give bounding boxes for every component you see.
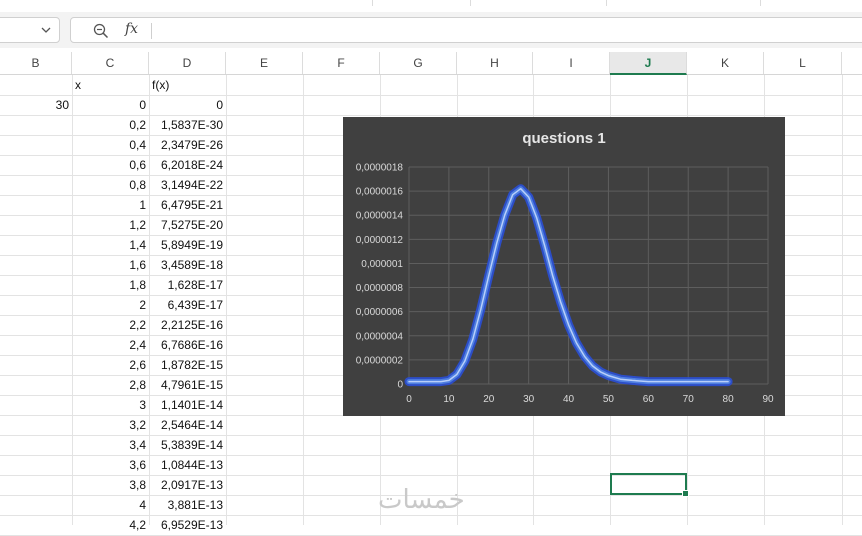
name-box[interactable] <box>0 17 60 43</box>
x-tick-label: 30 <box>523 394 535 405</box>
column-header-L[interactable]: L <box>764 52 842 74</box>
ribbon-divider <box>470 0 471 6</box>
header-cell-x[interactable]: x <box>72 75 149 95</box>
column-header-J[interactable]: J <box>610 52 687 75</box>
chart-svg: questions 1 0 0,0000002 0,0000004 0,0000006 0… <box>356 130 774 405</box>
x-tick-label: 10 <box>443 394 455 405</box>
y-tick-label: 0,0000002 <box>356 355 404 366</box>
y-tick-label: 0,0000008 <box>356 283 404 294</box>
cell-x[interactable]: 3 <box>72 395 149 415</box>
cell-fx[interactable]: 1,0844E-13 <box>149 455 226 475</box>
cell-x[interactable]: 0,6 <box>72 155 149 175</box>
cell-fx[interactable]: 4,7961E-15 <box>149 375 226 395</box>
cell-fx[interactable]: 3,881E-13 <box>149 495 226 515</box>
cell-x[interactable]: 3,6 <box>72 455 149 475</box>
cell-fx[interactable]: 1,628E-17 <box>149 275 226 295</box>
header-cell-fx[interactable]: f(x) <box>149 75 226 95</box>
cell-fx[interactable]: 6,439E-17 <box>149 295 226 315</box>
column-header-D[interactable]: D <box>149 52 226 74</box>
formula-bar-area: fx <box>0 12 862 48</box>
cell-x[interactable]: 1 <box>72 195 149 215</box>
y-tick-label: 0 <box>397 380 403 391</box>
fx-icon[interactable]: fx <box>125 21 138 37</box>
cell-fx[interactable]: 1,5837E-30 <box>149 115 226 135</box>
cell-fx[interactable]: 2,0917E-13 <box>149 475 226 495</box>
formula-separator <box>151 23 152 39</box>
cell-fx[interactable]: 6,4795E-21 <box>149 195 226 215</box>
ribbon-divider <box>372 0 373 6</box>
zoom-magnifier-icon[interactable] <box>93 23 109 39</box>
cell-x[interactable]: 0,4 <box>72 135 149 155</box>
y-tick-label: 0,0000018 <box>356 163 404 174</box>
column-header-B[interactable]: B <box>0 52 72 74</box>
column-header-I[interactable]: I <box>533 52 610 74</box>
y-tick-label: 0,0000004 <box>356 331 404 342</box>
y-tick-label: 0,0000006 <box>356 307 404 318</box>
watermark-logo: خمسات <box>378 485 465 515</box>
y-tick-label: 0,000001 <box>361 259 403 270</box>
grid-column-line <box>842 75 843 525</box>
chevron-down-icon[interactable] <box>41 25 51 35</box>
cell-fx[interactable]: 7,5275E-20 <box>149 215 226 235</box>
cell-x[interactable]: 4,2 <box>72 515 149 535</box>
cell-fx[interactable]: 2,2125E-16 <box>149 315 226 335</box>
cell-x[interactable]: 0 <box>72 95 149 115</box>
cell-x[interactable]: 1,4 <box>72 235 149 255</box>
x-tick-label: 90 <box>762 394 774 405</box>
cell-fx[interactable]: 3,1494E-22 <box>149 175 226 195</box>
selected-cell[interactable] <box>610 473 689 497</box>
y-tick-label: 0,0000014 <box>356 211 404 222</box>
cell-fx[interactable]: 1,1401E-14 <box>149 395 226 415</box>
x-tick-label: 80 <box>723 394 735 405</box>
cell-fx[interactable]: 3,4589E-18 <box>149 255 226 275</box>
cell-x[interactable]: 3,2 <box>72 415 149 435</box>
ribbon-divider <box>606 0 607 6</box>
cell-x[interactable]: 0,2 <box>72 115 149 135</box>
cell-x[interactable]: 4 <box>72 495 149 515</box>
column-header-H[interactable]: H <box>457 52 533 74</box>
cell-fx[interactable]: 6,2018E-24 <box>149 155 226 175</box>
cell-fx[interactable]: 5,8949E-19 <box>149 235 226 255</box>
cell-x[interactable]: 2,8 <box>72 375 149 395</box>
y-tick-label: 0,0000012 <box>356 235 404 246</box>
x-tick-label: 60 <box>643 394 655 405</box>
cell-fx[interactable]: 2,3479E-26 <box>149 135 226 155</box>
column-header-E[interactable]: E <box>226 52 303 74</box>
x-tick-label: 50 <box>603 394 615 405</box>
chart-title: questions 1 <box>522 130 605 147</box>
cell-fx[interactable]: 6,7686E-16 <box>149 335 226 355</box>
cell-fx[interactable]: 2,5464E-14 <box>149 415 226 435</box>
y-tick-label: 0,0000016 <box>356 187 404 198</box>
grid-column-line <box>226 75 227 525</box>
cell-x[interactable]: 2 <box>72 295 149 315</box>
cell-x[interactable]: 1,8 <box>72 275 149 295</box>
cell-x[interactable]: 3,4 <box>72 435 149 455</box>
cell-fx[interactable]: 1,8782E-15 <box>149 355 226 375</box>
cell-x[interactable]: 2,2 <box>72 315 149 335</box>
fill-handle[interactable] <box>682 490 689 497</box>
formula-input[interactable]: fx <box>70 17 862 43</box>
x-tick-label: 40 <box>563 394 575 405</box>
cell-x[interactable]: 2,6 <box>72 355 149 375</box>
cell-x[interactable]: 3,8 <box>72 475 149 495</box>
cell-x[interactable]: 1,2 <box>72 215 149 235</box>
x-tick-label: 20 <box>483 394 495 405</box>
x-tick-label: 70 <box>683 394 695 405</box>
column-header-K[interactable]: K <box>687 52 764 74</box>
cell-fx[interactable]: 0 <box>149 95 226 115</box>
line-chart[interactable]: questions 1 0 0,0000002 0,0000004 0,0000006 0… <box>343 117 785 416</box>
column-header-G[interactable]: G <box>380 52 457 74</box>
cell-b-value[interactable]: 30 <box>0 95 72 115</box>
cell-x[interactable]: 2,4 <box>72 335 149 355</box>
ribbon-divider <box>760 0 761 6</box>
cell-x[interactable]: 0,8 <box>72 175 149 195</box>
x-tick-label: 0 <box>406 394 412 405</box>
column-header-F[interactable]: F <box>303 52 380 74</box>
column-headers: B C D E F G H I J K L <box>0 52 862 75</box>
column-header-C[interactable]: C <box>72 52 149 74</box>
grid-column-line <box>303 75 304 525</box>
cell-fx[interactable]: 6,9529E-13 <box>149 515 226 535</box>
cell-fx[interactable]: 5,3839E-14 <box>149 435 226 455</box>
cell-x[interactable]: 1,6 <box>72 255 149 275</box>
